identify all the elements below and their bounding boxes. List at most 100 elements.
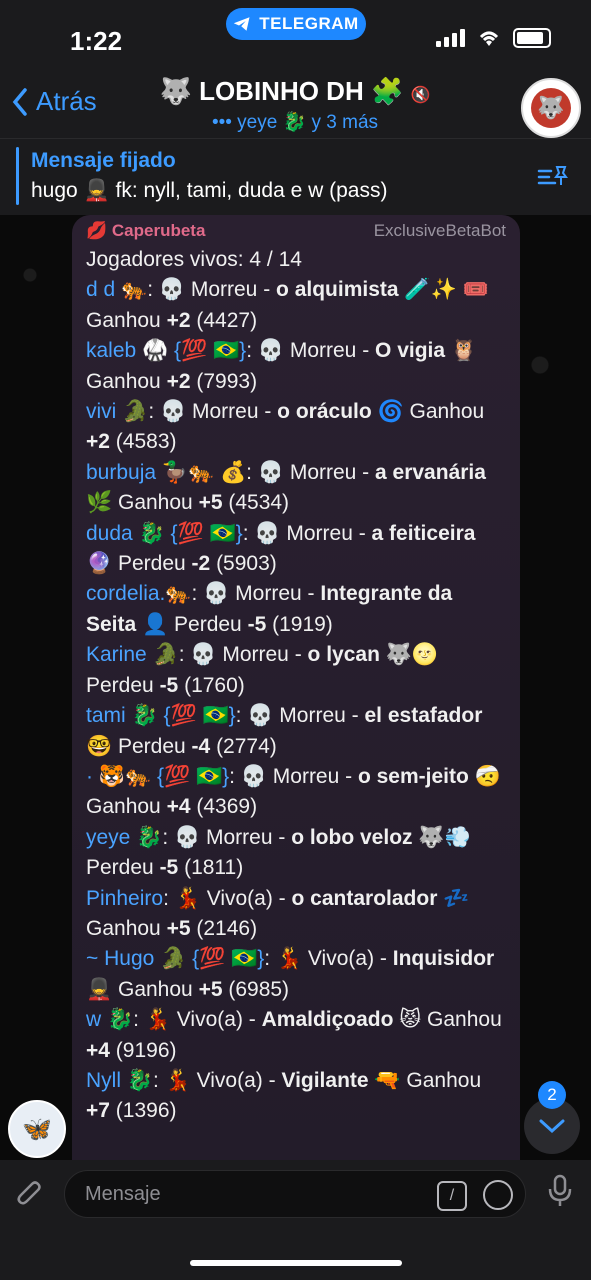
player-name[interactable]: vivi 🐊 — [86, 400, 148, 423]
player-name[interactable]: d d 🐅 — [86, 278, 147, 301]
player-total: (6985) — [222, 977, 290, 1001]
player-total: (4427) — [190, 308, 258, 332]
player-name[interactable]: kaleb 🥋 {💯 🇧🇷} — [86, 339, 246, 362]
player-result: Perdeu — [168, 612, 248, 636]
typing-status: ••• yeye 🐉 y 3 más — [211, 112, 379, 133]
back-button[interactable]: Atrás — [12, 86, 97, 117]
player-result: Ganhou — [112, 977, 199, 1001]
player-status: : 💀 Morreu - — [162, 825, 292, 849]
player-name[interactable]: duda 🐉 {💯 🇧🇷} — [86, 522, 243, 545]
player-result: Ganhou — [86, 916, 167, 940]
chat-header: Atrás 🐺 LOBINHO DH 🧩 🔇 ••• yeye 🐉 y 3 má… — [0, 70, 591, 138]
player-entry: Karine 🐊: 💀 Morreu - o lycan 🐺🌝 Perdeu -… — [86, 640, 506, 701]
player-status: : 💀 Morreu - — [242, 521, 372, 545]
player-entry: vivi 🐊: 💀 Morreu - o oráculo 🌀 Ganhou +2… — [86, 397, 506, 458]
composer-bar: Mensaje / — [0, 1160, 591, 1280]
player-score: +4 — [166, 795, 191, 819]
player-name[interactable]: w 🐉 — [86, 1008, 133, 1031]
message-placeholder: Mensaje — [85, 1183, 161, 1205]
player-entry: yeye 🐉: 💀 Morreu - o lobo veloz 🐺💨 Perde… — [86, 823, 506, 884]
player-name[interactable]: Pinheiro — [86, 887, 163, 910]
telegram-pill[interactable]: TELEGRAM — [226, 8, 366, 40]
player-total: (1760) — [178, 673, 245, 697]
group-avatar[interactable]: 🐺 — [521, 78, 581, 138]
player-score: -2 — [191, 552, 211, 576]
player-result: Ganhou — [400, 1068, 482, 1092]
sticker-icon[interactable] — [483, 1180, 513, 1210]
player-total: (9196) — [109, 1038, 177, 1062]
player-name[interactable]: ~ Hugo 🐊 {💯 🇧🇷} — [86, 947, 264, 970]
player-result: Perdeu — [86, 673, 160, 697]
via-bot[interactable]: ExclusiveBetaBot — [374, 221, 506, 241]
player-total: (5903) — [210, 552, 277, 576]
status-icons — [436, 28, 551, 48]
chevron-down-icon — [539, 1119, 565, 1134]
home-indicator — [190, 1260, 402, 1266]
player-total: (1919) — [266, 612, 333, 636]
player-entry: duda 🐉 {💯 🇧🇷}: 💀 Morreu - a feiticeira 🔮… — [86, 519, 506, 580]
player-total: (1811) — [178, 856, 244, 880]
player-result: Perdeu — [112, 734, 192, 758]
player-score: +7 — [86, 1099, 110, 1123]
pinned-message[interactable]: Mensaje fijado hugo 💂 fk: nyll, tami, du… — [0, 138, 591, 216]
chat-title[interactable]: 🐺 LOBINHO DH 🧩 🔇 — [150, 76, 440, 107]
player-score: +5 — [198, 977, 223, 1001]
player-name[interactable]: cordelia.🐅 — [86, 582, 192, 605]
player-total: (2146) — [190, 916, 258, 940]
message-bubble[interactable]: 💋 Caperubeta ExclusiveBetaBot Jogadores … — [72, 215, 520, 1160]
back-label: Atrás — [36, 86, 97, 116]
alive-count: Jogadores vivos: 4 / 14 — [86, 248, 302, 271]
pinned-text: hugo 💂 fk: nyll, tami, duda e w (pass) — [31, 179, 388, 202]
signal-icon — [436, 29, 465, 47]
player-status: : 💃 Vivo(a) - — [264, 947, 393, 971]
message-input[interactable]: Mensaje / — [64, 1170, 526, 1218]
player-total: (4369) — [190, 795, 258, 819]
player-total: (1396) — [109, 1099, 177, 1123]
player-score: +2 — [86, 430, 110, 454]
player-name[interactable]: burbuja 🦆🐅 💰 — [86, 461, 246, 484]
wifi-icon — [479, 31, 499, 46]
player-entry: burbuja 🦆🐅 💰: 💀 Morreu - a ervanária 🌿 G… — [86, 458, 506, 519]
message-header: 💋 Caperubeta ExclusiveBetaBot — [86, 221, 506, 241]
player-entry: d d 🐅: 💀 Morreu - o alquimista 🧪✨ 🎟️ Gan… — [86, 275, 506, 336]
paperclip-icon[interactable] — [14, 1176, 46, 1212]
chevron-left-icon — [12, 87, 27, 116]
sender-name[interactable]: 💋 Caperubeta — [86, 221, 205, 241]
player-result: Perdeu — [86, 856, 160, 880]
player-total: (4583) — [109, 430, 177, 454]
sender-avatar[interactable]: 🦋 — [8, 1100, 66, 1158]
player-status: : 💀 Morreu - — [235, 704, 365, 728]
player-result: Ganhou — [421, 1008, 502, 1032]
player-score: +5 — [166, 916, 191, 940]
status-bar: 1:22 TELEGRAM — [0, 0, 591, 70]
player-role: Vigilante 🔫 — [281, 1068, 401, 1092]
top-bar: 1:22 TELEGRAM Atrás 🐺 LOBINHO DH 🧩 🔇 •••… — [0, 0, 591, 215]
player-result: Ganhou — [86, 369, 167, 393]
telegram-pill-label: TELEGRAM — [259, 14, 359, 33]
sender-avatar-icon: 🦋 — [22, 1115, 52, 1143]
microphone-icon[interactable] — [547, 1174, 573, 1208]
player-name[interactable]: · 🐯🐅 {💯 🇧🇷} — [86, 765, 229, 788]
player-role: o cantarolador 💤 — [291, 886, 470, 910]
player-status: : 💀 Morreu - — [147, 278, 277, 302]
player-name[interactable]: tami 🐉 {💯 🇧🇷} — [86, 704, 236, 727]
player-role: o alquimista 🧪✨ — [276, 278, 457, 302]
player-entry: tami 🐉 {💯 🇧🇷}: 💀 Morreu - el estafador 🤓… — [86, 701, 506, 762]
player-name[interactable]: yeye 🐉 — [86, 826, 162, 849]
player-result: Ganhou — [403, 400, 485, 424]
player-entry: kaleb 🥋 {💯 🇧🇷}: 💀 Morreu - O vigia 🦉 Gan… — [86, 336, 506, 397]
commands-icon[interactable]: / — [437, 1181, 467, 1211]
chat-title-text: 🐺 LOBINHO DH 🧩 — [159, 76, 404, 106]
player-status: : 💀 Morreu - — [246, 339, 376, 363]
player-result: Ganhou — [112, 491, 199, 515]
player-name[interactable]: Nyll 🐉 — [86, 1069, 153, 1092]
pin-list-icon[interactable] — [537, 163, 569, 189]
player-entry: Pinheiro: 💃 Vivo(a) - o cantarolador 💤 G… — [86, 884, 506, 945]
player-role: o lobo veloz 🐺💨 — [291, 825, 471, 849]
player-name[interactable]: Karine 🐊 — [86, 643, 179, 666]
player-score: -5 — [159, 856, 179, 880]
player-status: : 💃 Vivo(a) - — [133, 1008, 262, 1032]
player-total: (2774) — [210, 734, 277, 758]
player-total: (7993) — [190, 369, 258, 393]
player-status: : 💃 Vivo(a) - — [163, 886, 292, 910]
